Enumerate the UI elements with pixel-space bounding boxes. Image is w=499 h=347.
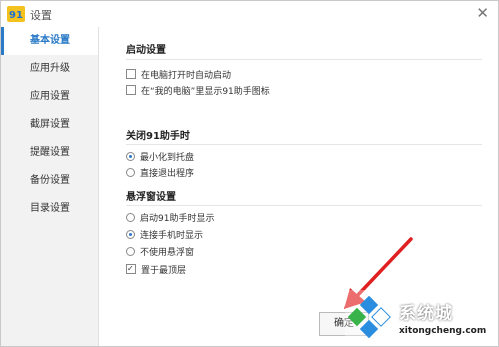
minimize-tray-label: 最小化到托盘 [140,153,195,163]
sidebar-item-reminder[interactable]: 提醒设置 [1,139,98,167]
svg-text:91: 91 [9,10,23,21]
show-icon-checkbox[interactable]: 在“我的电脑”里显示91助手图标 [126,85,270,98]
show-on-connect-radio[interactable]: 连接手机时显示 [126,230,203,243]
auto-start-label: 在电脑打开时自动启动 [141,71,232,81]
float-section-title: 悬浮窗设置 [126,192,176,203]
divider [126,205,482,206]
sidebar: 基本设置 应用升级 应用设置 截屏设置 提醒设置 备份设置 目录设置 [1,27,99,346]
no-float-label: 不使用悬浮窗 [140,248,195,258]
no-float-radio[interactable]: 不使用悬浮窗 [126,247,194,260]
radio-dot [126,247,135,256]
show-icon-label: 在“我的电脑”里显示91助手图标 [141,87,270,97]
watermark-url: xitongcheng.com [399,326,487,336]
close-icon[interactable]: ✕ [476,4,489,22]
checkbox-box [126,85,136,95]
radio-dot [126,230,135,239]
sidebar-item-directory[interactable]: 目录设置 [1,195,98,223]
sidebar-item-backup[interactable]: 备份设置 [1,167,98,195]
checkbox-box [126,69,136,79]
sidebar-item-screenshot[interactable]: 截屏设置 [1,111,98,139]
radio-dot [126,213,135,222]
radio-dot [126,168,135,177]
auto-start-checkbox[interactable]: 在电脑打开时自动启动 [126,69,231,82]
exit-program-radio[interactable]: 直接退出程序 [126,168,194,181]
app-logo-icon: 91 [7,6,25,22]
startup-section-title: 启动设置 [126,45,166,56]
sidebar-item-basic[interactable]: 基本设置 [1,27,98,55]
close-section-title: 关闭91助手时 [126,131,190,142]
window-title: 设置 [30,9,52,22]
show-on-start-radio[interactable]: 启动91助手时显示 [126,213,214,226]
minimize-tray-radio[interactable]: 最小化到托盘 [126,152,194,165]
radio-dot [126,152,135,161]
sidebar-item-app-upgrade[interactable]: 应用升级 [1,55,98,83]
exit-program-label: 直接退出程序 [140,169,195,179]
show-on-connect-label: 连接手机时显示 [140,231,204,241]
title-bar: 91 设置 ✕ [1,1,498,27]
settings-window: 91 设置 ✕ 基本设置 应用升级 应用设置 截屏设置 提醒设置 备份设置 目录… [0,0,499,347]
divider [126,59,482,60]
watermark-text: 系统城 [399,304,453,324]
checkbox-box [126,262,136,275]
sidebar-item-app-settings[interactable]: 应用设置 [1,83,98,111]
topmost-label: 置于最顶层 [141,266,187,276]
show-on-start-label: 启动91助手时显示 [140,214,215,224]
divider [126,144,482,145]
topmost-checkbox[interactable]: 置于最顶层 [126,262,187,277]
